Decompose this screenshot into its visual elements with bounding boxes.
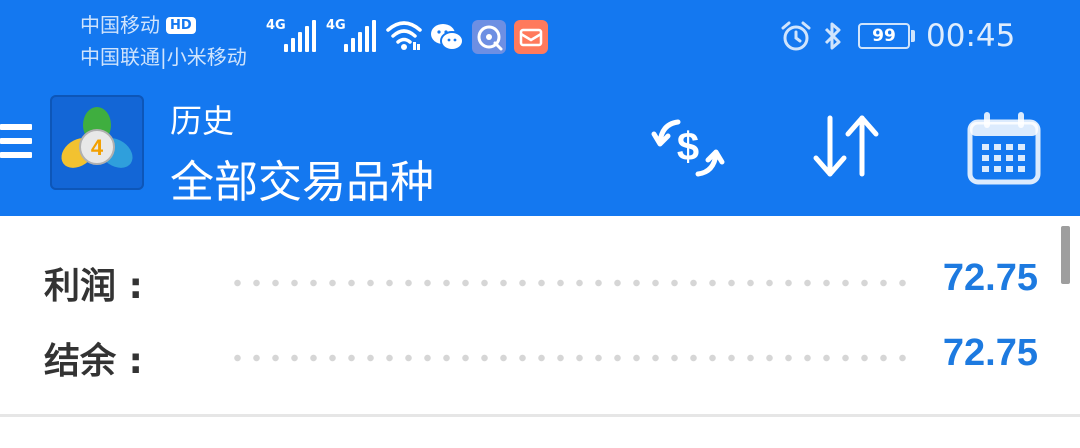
currency-exchange-icon: $	[651, 119, 725, 177]
alarm-icon	[781, 21, 811, 51]
app-header: 中国移动 HD 中国联通|小米移动 4G 4G 99 00:45 4 历史 全部…	[0, 0, 1080, 216]
sort-icon	[813, 115, 879, 177]
balance-row: 结余 : 72.75	[0, 326, 1080, 386]
history-summary: 利润 : 72.75 结余 : 72.75	[0, 216, 1080, 448]
signal-1-label: 4G	[266, 18, 286, 33]
profit-value: 72.75	[942, 257, 1038, 299]
svg-text:4: 4	[91, 135, 104, 160]
balance-label: 结余 :	[44, 341, 143, 382]
status-bar: 中国移动 HD 中国联通|小米移动 4G 4G 99 00:45	[0, 0, 1080, 80]
signal-icon-2: 4G	[326, 18, 378, 54]
battery-icon: 99	[858, 23, 910, 49]
page-title: 历史	[170, 102, 235, 140]
svg-text:$: $	[677, 125, 699, 169]
balance-value: 72.75	[942, 332, 1038, 374]
currency-exchange-button[interactable]: $	[648, 108, 728, 188]
calendar-button[interactable]	[964, 108, 1044, 188]
mail-app-icon	[514, 20, 548, 54]
sort-button[interactable]	[806, 108, 886, 188]
calendar-icon	[967, 112, 1041, 185]
symbol-filter[interactable]: 全部交易品种	[170, 146, 434, 210]
bluetooth-icon	[824, 22, 841, 50]
menu-icon[interactable]	[0, 124, 32, 158]
hd-badge: HD	[166, 17, 196, 34]
scrollbar[interactable]	[1061, 226, 1070, 284]
battery-cap	[911, 30, 915, 42]
signal-2-label: 4G	[326, 18, 346, 33]
dotted-leader	[228, 279, 908, 287]
dotted-leader	[228, 354, 908, 362]
wechat-icon	[431, 24, 464, 51]
toolbar: 4 历史 全部交易品种 $	[0, 80, 1080, 216]
profit-row: 利润 : 72.75	[0, 251, 1080, 311]
wifi-icon	[386, 21, 422, 50]
carrier-primary: 中国移动 HD	[80, 9, 196, 38]
signal-icon: 4G	[266, 18, 318, 54]
divider	[0, 414, 1080, 417]
status-time: 00:45	[926, 18, 1016, 54]
carrier-secondary: 中国联通|小米移动	[80, 45, 247, 69]
browser-app-icon	[472, 20, 506, 54]
profit-label: 利润 :	[44, 266, 143, 307]
metatrader-logo[interactable]: 4	[50, 95, 144, 190]
carrier-primary-label: 中国移动	[80, 13, 160, 37]
